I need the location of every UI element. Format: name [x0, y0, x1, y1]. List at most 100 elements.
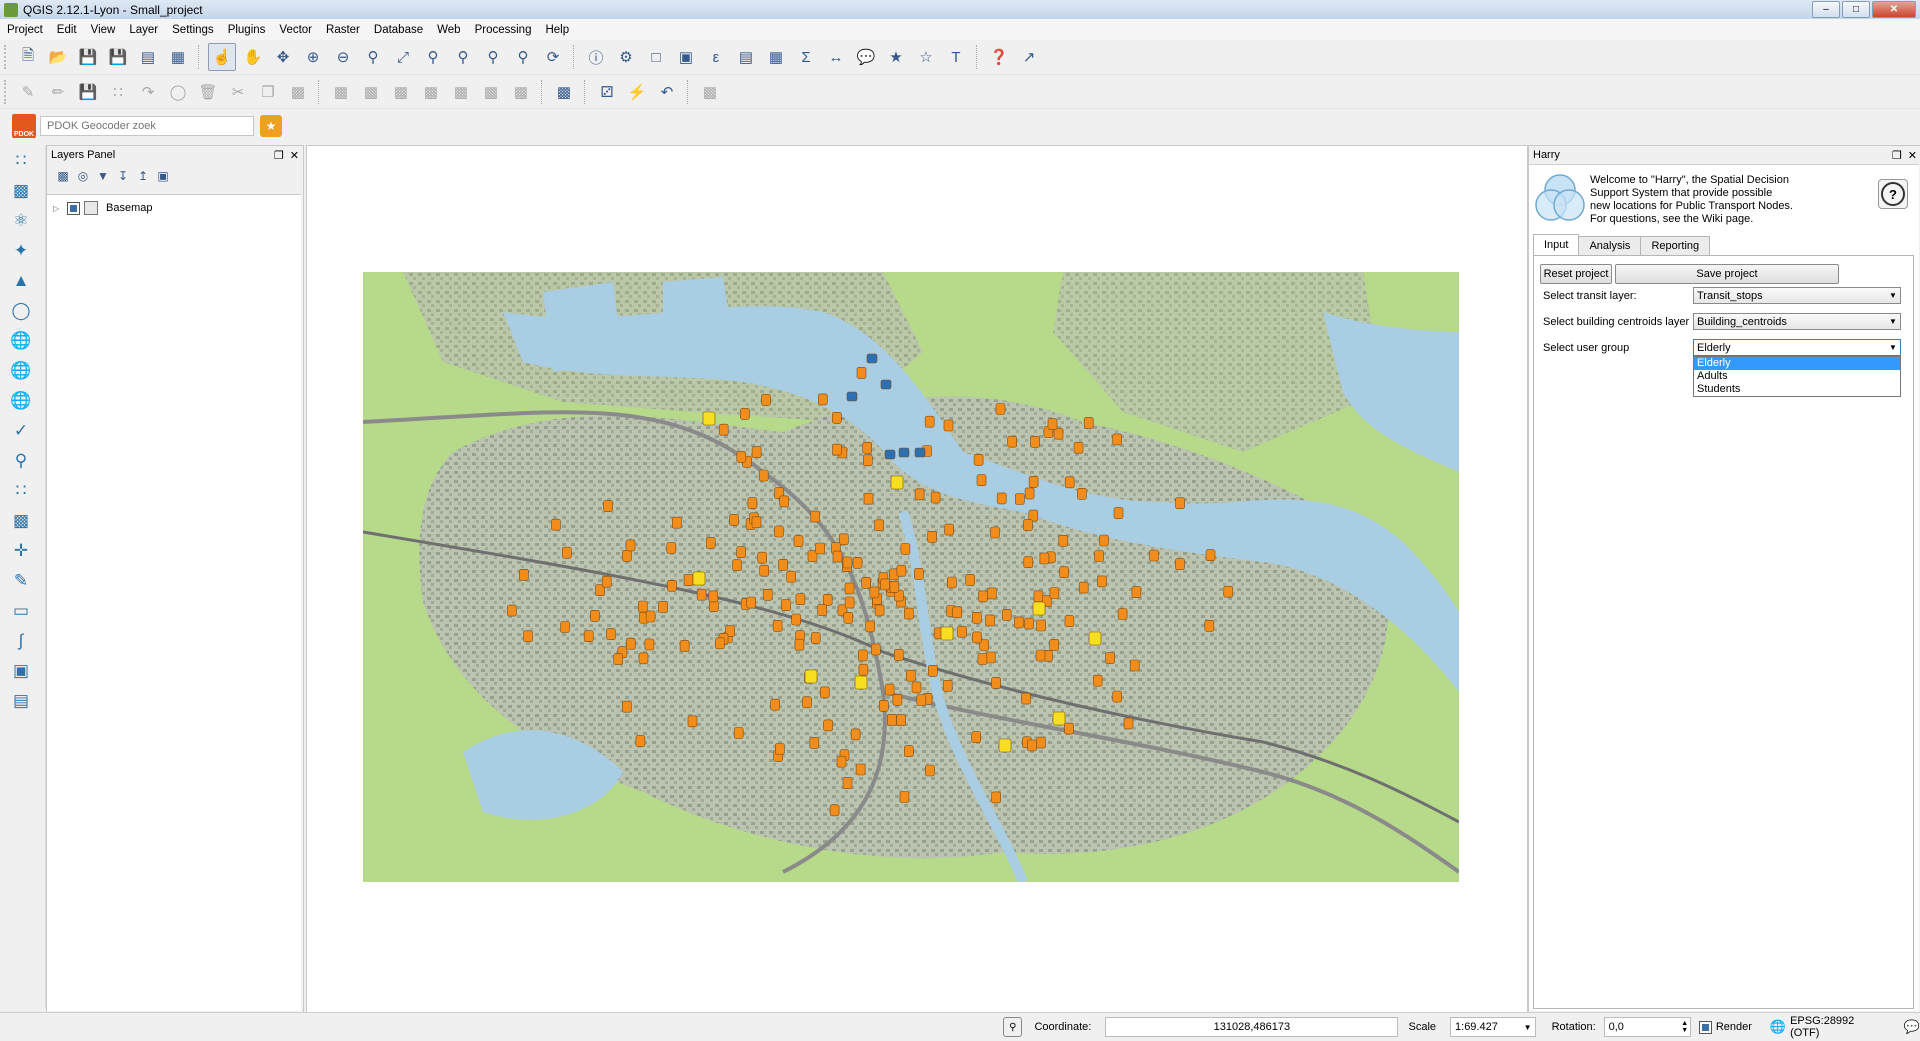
tram-stop-marker[interactable]	[761, 394, 771, 406]
option-adults[interactable]: Adults	[1694, 370, 1900, 383]
tram-stop-marker[interactable]	[759, 564, 770, 577]
tram-stop-marker[interactable]	[779, 495, 790, 508]
menu-view[interactable]: View	[84, 24, 123, 36]
zoom-out-icon[interactable]: ⊖	[330, 44, 356, 70]
close-button[interactable]: ✕	[1872, 1, 1916, 18]
new-temp-layer-icon[interactable]: ▩	[6, 507, 36, 535]
tram-stop-marker[interactable]	[844, 596, 855, 609]
tram-stop-marker[interactable]	[523, 630, 533, 643]
tram-stop-marker[interactable]	[1049, 587, 1060, 599]
undo-icon[interactable]: ↶	[654, 79, 680, 105]
reset-project-button[interactable]: Reset project	[1540, 264, 1612, 284]
minimize-button[interactable]: –	[1812, 1, 1840, 18]
tram-stop-marker[interactable]	[1112, 433, 1122, 446]
transit-layer-select[interactable]: Transit_stops ▼	[1693, 287, 1901, 304]
tram-stop-marker[interactable]	[625, 539, 636, 552]
copy-features-icon[interactable]: ❐	[255, 79, 281, 105]
tram-stop-marker[interactable]	[791, 613, 802, 626]
tram-stop-marker[interactable]	[1105, 652, 1115, 664]
tram-stop-marker[interactable]	[1036, 619, 1046, 632]
train-station-marker[interactable]	[890, 475, 904, 490]
float-harry-icon[interactable]: ❐	[1892, 149, 1902, 162]
tram-stop-marker[interactable]	[635, 735, 646, 747]
user-group-select[interactable]: Elderly ▼	[1693, 339, 1901, 356]
tram-stop-marker[interactable]	[774, 525, 784, 538]
ferry-stop-marker[interactable]	[914, 447, 926, 458]
tram-stop-marker[interactable]	[819, 686, 830, 699]
tram-stop-marker[interactable]	[832, 550, 843, 563]
tram-stop-marker[interactable]	[671, 516, 682, 529]
basemap-image[interactable]	[363, 272, 1459, 882]
tram-stop-marker[interactable]	[1083, 417, 1094, 429]
float-panel-icon[interactable]: ❐	[274, 149, 284, 162]
tram-stop-marker[interactable]	[944, 523, 954, 536]
tram-stop-marker[interactable]	[880, 578, 890, 591]
move-feature-icon[interactable]: ↷	[135, 79, 161, 105]
menu-help[interactable]: Help	[538, 24, 576, 36]
train-station-marker[interactable]	[1032, 601, 1046, 616]
tram-stop-marker[interactable]	[1077, 488, 1087, 500]
tram-stop-marker[interactable]	[878, 699, 889, 712]
tram-stop-marker[interactable]	[942, 679, 953, 692]
train-station-marker[interactable]	[854, 675, 868, 690]
tram-stop-marker[interactable]	[972, 631, 982, 644]
tram-stop-marker[interactable]	[762, 588, 773, 601]
new-print-composer-icon[interactable]: ▤	[135, 44, 161, 70]
run-action-icon[interactable]: ⚙	[613, 44, 639, 70]
tram-stop-marker[interactable]	[874, 604, 885, 617]
menu-plugins[interactable]: Plugins	[221, 24, 273, 36]
tram-stop-marker[interactable]	[1049, 639, 1060, 651]
tram-stop-marker[interactable]	[778, 558, 788, 571]
toolbar-grip[interactable]	[4, 45, 10, 69]
menu-settings[interactable]: Settings	[165, 24, 221, 36]
tram-stop-marker[interactable]	[1024, 487, 1035, 500]
centroids-layer-select[interactable]: Building_centroids ▼	[1693, 313, 1901, 330]
tram-stop-marker[interactable]	[786, 570, 797, 583]
tram-stop-marker[interactable]	[930, 491, 941, 504]
add-delimited-text-icon[interactable]: ✓	[6, 417, 36, 445]
tram-stop-marker[interactable]	[971, 731, 982, 743]
open-styling-icon[interactable]: ▩	[53, 166, 73, 186]
train-station-marker[interactable]	[940, 626, 954, 641]
tram-stop-marker[interactable]	[1112, 690, 1123, 703]
tram-stop-marker[interactable]	[507, 604, 517, 617]
add-oracle-layer-icon[interactable]: ◯	[6, 297, 36, 325]
rotation-spinbox[interactable]: 0,0 ▲ ▼	[1603, 1017, 1692, 1037]
crs-globe-icon[interactable]: 🌐	[1770, 1019, 1786, 1035]
tram-stop-marker[interactable]	[916, 694, 927, 706]
tram-stop-marker[interactable]	[957, 625, 967, 638]
tram-stop-marker[interactable]	[831, 412, 842, 424]
tram-stop-marker[interactable]	[889, 580, 900, 593]
tram-stop-marker[interactable]	[903, 745, 914, 758]
tram-stop-marker[interactable]	[658, 601, 668, 613]
add-gpx-layer-icon[interactable]: ⚲	[6, 447, 36, 475]
tram-stop-marker[interactable]	[1131, 586, 1142, 598]
tram-stop-marker[interactable]	[683, 574, 694, 586]
tram-stop-marker[interactable]	[1014, 493, 1025, 505]
tram-stop-marker[interactable]	[924, 415, 935, 428]
tram-stop-marker[interactable]	[1007, 435, 1018, 448]
tram-stop-marker[interactable]	[1092, 674, 1103, 687]
menu-processing[interactable]: Processing	[468, 24, 539, 36]
layer-visibility-checkbox[interactable]	[67, 201, 80, 215]
tram-stop-marker[interactable]	[794, 638, 805, 651]
tab-input[interactable]: Input	[1533, 234, 1580, 255]
tram-stop-marker[interactable]	[985, 651, 996, 664]
tram-stop-marker[interactable]	[905, 669, 916, 682]
tram-stop-marker[interactable]	[865, 620, 876, 633]
deselect-icon[interactable]: ▣	[673, 44, 699, 70]
heatmap-icon[interactable]: ▤	[6, 687, 36, 715]
change-label-icon[interactable]: ▩	[508, 79, 534, 105]
tram-stop-marker[interactable]	[770, 698, 780, 711]
pin-labels-icon[interactable]: ▩	[388, 79, 414, 105]
tram-stop-marker[interactable]	[896, 714, 906, 726]
csw-icon[interactable]: ▩	[551, 79, 577, 105]
tram-stop-marker[interactable]	[1097, 575, 1107, 588]
tram-stop-marker[interactable]	[679, 640, 690, 652]
tram-stop-marker[interactable]	[817, 393, 828, 406]
tram-stop-marker[interactable]	[1175, 497, 1185, 509]
tram-stop-marker[interactable]	[1014, 616, 1024, 629]
tram-stop-marker[interactable]	[863, 492, 874, 505]
crs-label[interactable]: EPSG:28992 (OTF)	[1790, 1015, 1884, 1039]
close-panel-icon[interactable]: ✕	[290, 149, 299, 162]
